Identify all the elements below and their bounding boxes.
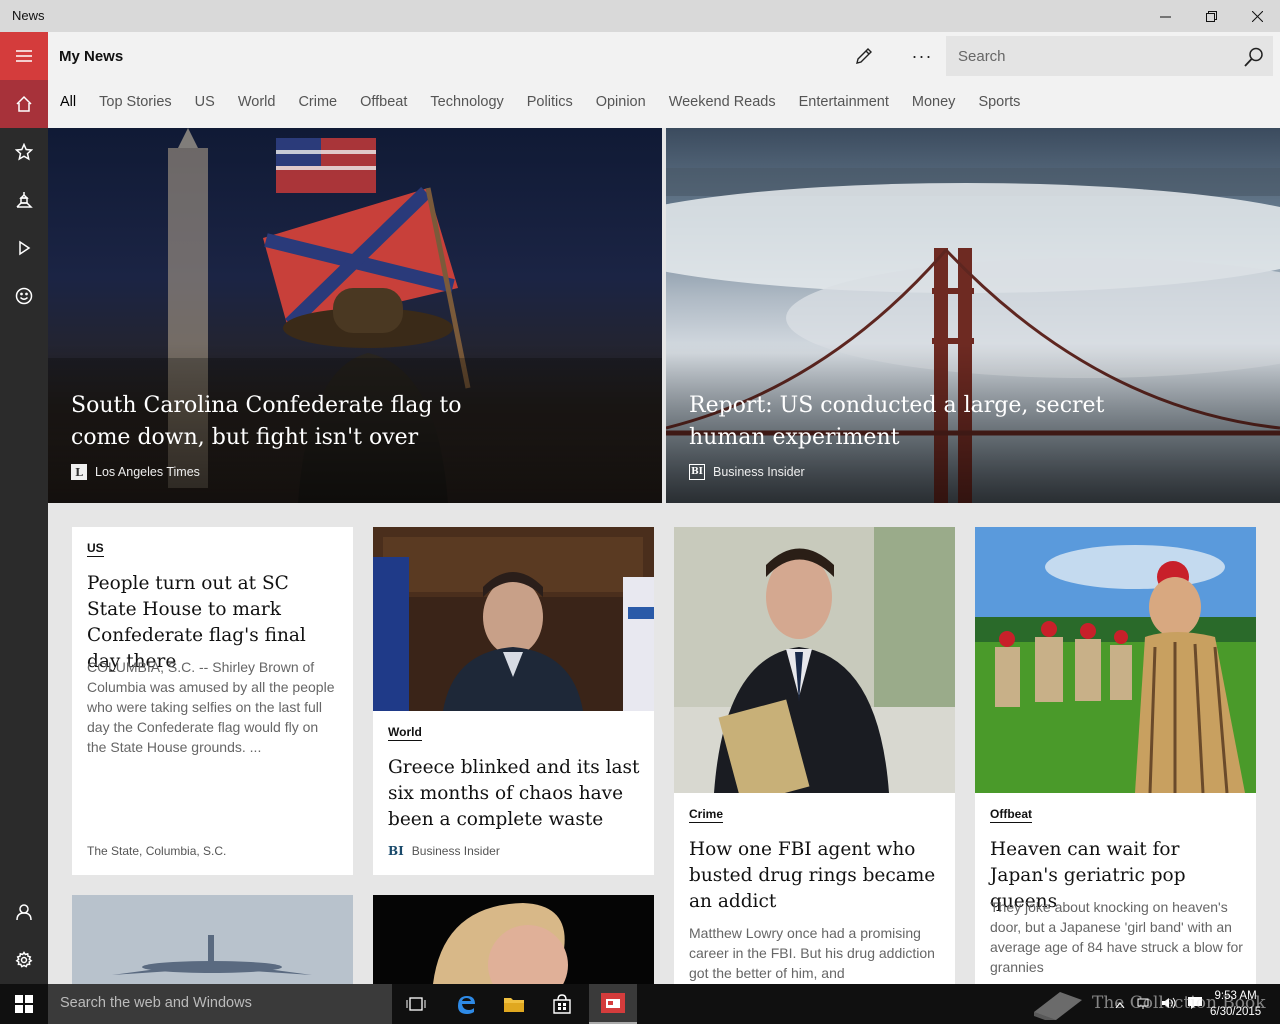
task-view-button[interactable] [392,984,440,1024]
watermark: The Collection Book [1030,986,1266,1020]
card-description: They joke about knocking on heaven's doo… [990,899,1243,975]
tab-crime[interactable]: Crime [298,94,337,118]
app-header: My News ··· All Top Stories US World Cri… [48,32,1280,128]
card-category[interactable]: Crime [689,807,724,823]
story-card-greece[interactable]: World Greece blinked and its last six mo… [373,527,654,875]
windows-logo-icon [15,995,33,1013]
tab-technology[interactable]: Technology [430,94,503,118]
taskbar-news-button[interactable] [589,984,637,1024]
story-card-airplane[interactable] [72,895,353,984]
task-view-icon [406,997,426,1011]
tab-us[interactable]: US [195,94,215,118]
story-card-japan-pop-queens[interactable]: Offbeat Heaven can wait for Japan's geri… [975,527,1256,984]
folder-icon [504,998,524,1012]
search-box[interactable] [946,36,1273,76]
story-photo-fbi-agent [674,527,955,793]
business-insider-logo-icon: BI [689,464,705,480]
story-photo-greek-pm [373,527,654,711]
hero-source-name: Business Insider [713,465,805,479]
local-landmark-icon [16,192,33,208]
edit-button[interactable] [848,44,880,68]
play-icon [19,240,31,256]
category-tabs: All Top Stories US World Crime Offbeat T… [48,94,1043,118]
hamburger-menu-button[interactable] [0,32,48,80]
card-category[interactable]: Offbeat [990,807,1032,823]
nav-local-button[interactable] [0,176,48,224]
search-input[interactable] [946,36,1236,76]
title-bar: News [0,0,1280,32]
settings-button[interactable] [0,936,48,984]
business-insider-logo-icon: BI [388,844,404,858]
home-icon [16,95,32,112]
news-app-icon [601,993,625,1013]
hero-source-name: Los Angeles Times [95,465,200,479]
story-photo-japanese-grannies [975,527,1256,793]
hero-source: BI Business Insider [689,464,805,480]
card-source-name: Business Insider [411,844,500,858]
taskbar-edge-button[interactable] [442,984,490,1024]
nav-home-button[interactable] [0,80,48,128]
card-source: The State, Columbia, S.C. [87,844,227,858]
tab-entertainment[interactable]: Entertainment [799,94,889,118]
tab-weekend-reads[interactable]: Weekend Reads [669,94,776,118]
close-icon [1251,10,1263,22]
hero-story-confederate-flag[interactable]: South Carolina Confederate flag to come … [48,128,662,503]
card-category[interactable]: World [388,725,422,741]
more-options-button[interactable]: ··· [906,44,938,68]
minimize-button[interactable] [1142,0,1188,32]
restore-icon [1205,10,1217,22]
tab-opinion[interactable]: Opinion [596,94,646,118]
card-headline[interactable]: Greece blinked and its last six months o… [388,755,643,833]
tab-world[interactable]: World [238,94,276,118]
story-photo-airplane [72,895,353,984]
nav-video-button[interactable] [0,224,48,272]
navigation-rail [0,32,48,984]
smiley-icon [15,287,33,305]
tab-all[interactable]: All [60,94,76,118]
nav-interests-button[interactable] [0,128,48,176]
nav-feedback-button[interactable] [0,272,48,320]
watermark-text: The Collection Book [1092,993,1266,1013]
los-angeles-times-logo-icon: L [71,464,87,480]
tab-sports[interactable]: Sports [978,94,1020,118]
card-headline[interactable]: How one FBI agent who busted drug rings … [689,837,939,915]
card-description: Matthew Lowry once had a promising caree… [689,925,935,981]
pencil-icon [856,48,872,64]
tab-offbeat[interactable]: Offbeat [360,94,407,118]
user-icon [16,904,32,921]
star-icon [15,143,33,161]
story-card-sc-state-house[interactable]: US People turn out at SC State House to … [72,527,353,875]
gear-icon [15,951,33,968]
store-bag-icon [553,994,571,1014]
story-photo-portrait [373,895,654,984]
hamburger-icon [16,50,32,62]
taskbar-search-box[interactable]: Search the web and Windows [48,984,392,1024]
minimize-icon [1159,16,1171,17]
story-card-fbi-agent[interactable]: Crime How one FBI agent who busted drug … [674,527,955,984]
tab-money[interactable]: Money [912,94,956,118]
card-source: BI Business Insider [388,844,500,858]
edge-browser-icon [458,996,475,1014]
page-title: My News [59,48,124,65]
start-button[interactable] [0,984,48,1024]
story-card-portrait[interactable] [373,895,654,984]
hero-source: L Los Angeles Times [71,464,200,480]
card-description: COLUMBIA, S.C. -- Shirley Brown of Colum… [87,659,335,755]
account-button[interactable] [0,888,48,936]
taskbar-store-button[interactable] [538,984,586,1024]
close-button[interactable] [1234,0,1280,32]
restore-button[interactable] [1188,0,1234,32]
hero-story-secret-experiment[interactable]: Report: US conducted a large, secret hum… [666,128,1280,503]
tab-top-stories[interactable]: Top Stories [99,94,172,118]
search-icon[interactable] [1243,46,1265,68]
hero-headline[interactable]: South Carolina Confederate flag to come … [71,390,491,454]
window-title: News [12,8,45,23]
card-category[interactable]: US [87,541,104,557]
tab-politics[interactable]: Politics [527,94,573,118]
taskbar-file-explorer-button[interactable] [490,984,538,1024]
hero-headline[interactable]: Report: US conducted a large, secret hum… [689,390,1109,454]
book-watermark-icon [1034,992,1082,1020]
